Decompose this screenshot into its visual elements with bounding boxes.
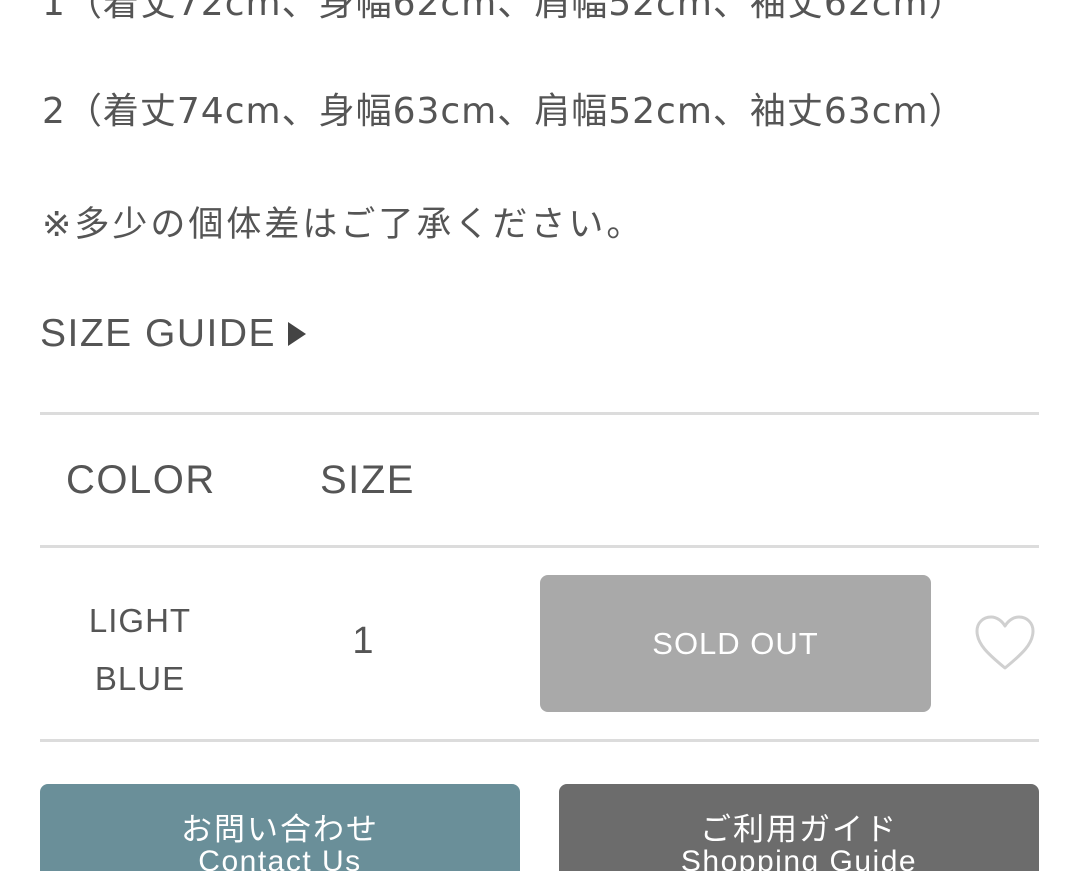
sold-out-button: SOLD OUT bbox=[540, 575, 931, 712]
size-guide-label: SIZE GUIDE bbox=[40, 312, 277, 355]
shopping-guide-label-ja: ご利用ガイド bbox=[700, 812, 898, 848]
spec-size-1: 1（着丈72cm、身幅62cm、肩幅52cm、袖丈62cm） bbox=[42, 0, 966, 24]
shopping-guide-button[interactable]: ご利用ガイド Shopping Guide bbox=[559, 784, 1039, 871]
column-header-color: COLOR bbox=[66, 458, 216, 502]
contact-us-label-ja: お問い合わせ bbox=[181, 812, 379, 848]
shopping-guide-label-en: Shopping Guide bbox=[680, 845, 918, 871]
spec-size-2: 2（着丈74cm、身幅63cm、肩幅52cm、袖丈63cm） bbox=[42, 91, 966, 132]
favorite-button[interactable] bbox=[974, 614, 1036, 672]
size-guide-link[interactable]: SIZE GUIDE bbox=[40, 312, 307, 356]
individual-difference-note: ※多少の個体差はご了承ください。 bbox=[42, 205, 645, 245]
variant-color-line1: LIGHT bbox=[88, 602, 192, 639]
contact-us-label-en: Contact Us bbox=[198, 845, 362, 871]
divider bbox=[40, 545, 1039, 548]
variant-size: 1 bbox=[352, 620, 374, 662]
heart-outline-icon bbox=[975, 615, 1035, 670]
variant-color: LIGHT BLUE bbox=[60, 592, 220, 708]
divider bbox=[40, 739, 1039, 742]
variant-color-line2: BLUE bbox=[94, 660, 186, 697]
triangle-right-icon bbox=[288, 322, 307, 346]
column-header-size: SIZE bbox=[320, 458, 415, 502]
product-detail-page: 1（着丈72cm、身幅62cm、肩幅52cm、袖丈62cm） 2（着丈74cm、… bbox=[0, 0, 1080, 871]
divider bbox=[40, 412, 1039, 415]
contact-us-button[interactable]: お問い合わせ Contact Us bbox=[40, 784, 520, 871]
